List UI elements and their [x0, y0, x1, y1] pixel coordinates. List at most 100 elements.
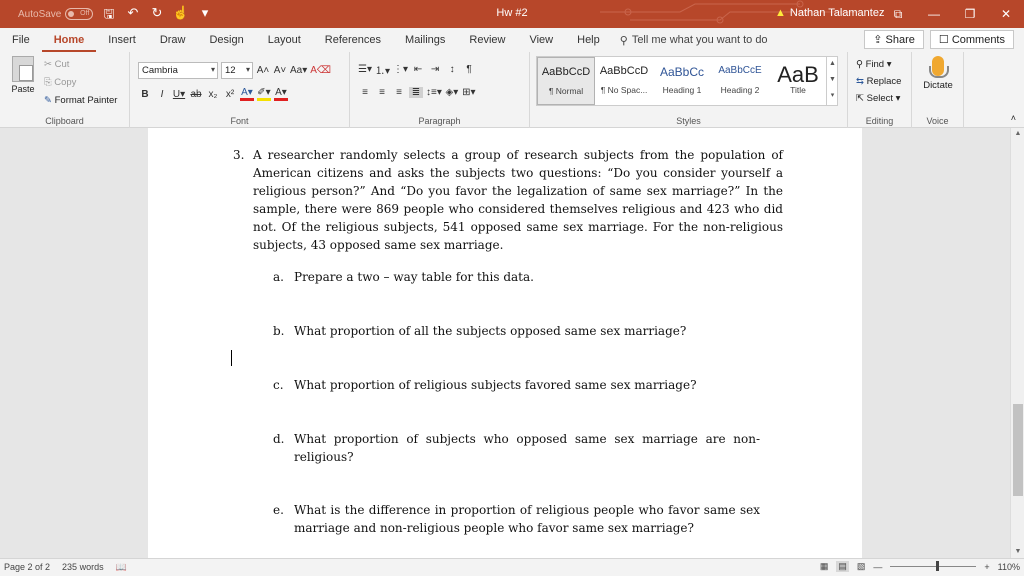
borders-icon[interactable]: ⊞▾: [462, 87, 476, 98]
restore-icon[interactable]: ❐: [952, 0, 988, 28]
copy-button[interactable]: ⎘ Copy: [44, 74, 117, 92]
style-title[interactable]: AaB Title: [769, 57, 827, 105]
cut-button[interactable]: ✂ Cut: [44, 56, 117, 74]
zoom-level[interactable]: 110%: [998, 562, 1020, 572]
sort-icon[interactable]: ↕: [445, 64, 459, 75]
multilevel-list-icon[interactable]: ⋮▾: [393, 64, 408, 75]
more-styles-icon[interactable]: ▾: [827, 88, 838, 104]
superscript-icon[interactable]: x²: [223, 89, 237, 100]
scroll-down-icon[interactable]: ▼: [1011, 546, 1024, 558]
font-size-select[interactable]: 12: [221, 62, 253, 79]
subscript-icon[interactable]: x₂: [206, 89, 220, 100]
paragraph-group: ☰▾ ⒈▾ ⋮▾ ⇤ ⇥ ↕ ¶ ≡ ≡ ≡ ≣ ↕≡▾ ◈▾ ⊞▾ Parag…: [350, 52, 530, 128]
show-marks-icon[interactable]: ¶: [462, 64, 476, 75]
format-painter-label: Format Painter: [54, 95, 118, 106]
subquestion-text: What proportion of all the subjects oppo…: [294, 324, 687, 338]
minimize-icon[interactable]: —: [916, 0, 952, 28]
document-page[interactable]: 3. A researcher randomly selects a group…: [148, 128, 862, 558]
tab-references[interactable]: References: [313, 28, 393, 52]
tab-insert[interactable]: Insert: [96, 28, 148, 52]
tell-me-box[interactable]: ⚲ Tell me what you want to do: [620, 34, 768, 47]
close-icon[interactable]: ✕: [988, 0, 1024, 28]
replace-button[interactable]: ⇆ Replace: [856, 73, 901, 90]
tab-help[interactable]: Help: [565, 28, 612, 52]
font-family-select[interactable]: Cambria: [138, 62, 218, 79]
style-heading-2[interactable]: AaBbCcE Heading 2: [711, 57, 769, 105]
format-painter-button[interactable]: ✎ Format Painter: [44, 92, 117, 110]
styles-label: Styles: [676, 116, 701, 126]
ribbon-display-icon[interactable]: ⧉: [880, 0, 916, 28]
subquestion-label: b.: [273, 324, 285, 338]
zoom-out-icon[interactable]: —: [873, 562, 882, 572]
clear-formatting-icon[interactable]: A⌫: [310, 65, 331, 76]
zoom-slider[interactable]: [890, 561, 977, 571]
tab-layout[interactable]: Layout: [256, 28, 313, 52]
page-count[interactable]: Page 2 of 2: [4, 562, 50, 573]
decrease-indent-icon[interactable]: ⇤: [411, 64, 425, 75]
subquestion-label: d.: [273, 432, 285, 446]
warning-icon: ▲: [775, 7, 786, 19]
font-color-icon[interactable]: A▾: [274, 87, 288, 101]
find-button[interactable]: ⚲ Find ▾: [856, 56, 901, 73]
tab-view[interactable]: View: [517, 28, 565, 52]
cut-label: Cut: [54, 59, 70, 70]
highlight-icon[interactable]: ✐▾: [257, 87, 271, 101]
brush-icon: ✎: [44, 95, 55, 106]
scroll-up-icon[interactable]: ▲: [1011, 128, 1024, 140]
search-icon: ⚲: [856, 59, 866, 70]
ribbon: Paste ✂ Cut ⎘ Copy ✎ Format Painter Clip…: [0, 52, 1024, 128]
bullets-icon[interactable]: ☰▾: [358, 64, 372, 75]
justify-icon[interactable]: ≣: [409, 87, 423, 98]
collapse-ribbon-icon[interactable]: ˄: [1011, 113, 1016, 123]
chevron-up-icon[interactable]: ▲: [827, 56, 838, 72]
change-case-icon[interactable]: Aa▾: [290, 65, 307, 76]
print-layout-icon[interactable]: ▤: [836, 561, 849, 572]
subquestion-text: What proportion of religious subjects fa…: [294, 378, 697, 392]
tab-review[interactable]: Review: [457, 28, 517, 52]
chevron-down-icon[interactable]: ▼: [827, 72, 838, 88]
shading-icon[interactable]: ◈▾: [445, 87, 459, 98]
tab-mailings[interactable]: Mailings: [393, 28, 457, 52]
tab-draw[interactable]: Draw: [148, 28, 198, 52]
share-button[interactable]: ⇪ Share: [864, 30, 924, 49]
clipboard-label: Clipboard: [45, 116, 84, 126]
style-no-spacing[interactable]: AaBbCcD ¶ No Spac...: [595, 57, 653, 105]
zoom-in-icon[interactable]: +: [984, 562, 989, 572]
dictate-button[interactable]: Dictate: [918, 56, 958, 91]
vertical-scrollbar[interactable]: ▲ ▼: [1010, 128, 1024, 558]
tab-design[interactable]: Design: [197, 28, 255, 52]
style-normal[interactable]: AaBbCcD ¶ Normal: [537, 57, 595, 105]
styles-scroll[interactable]: ▲ ▼ ▾: [826, 56, 838, 106]
align-left-icon[interactable]: ≡: [358, 87, 372, 98]
style-name: ¶ No Spac...: [600, 85, 648, 95]
word-count[interactable]: 235 words: [62, 562, 104, 573]
text-effects-icon[interactable]: A▾: [240, 87, 254, 101]
bold-icon[interactable]: B: [138, 89, 152, 100]
style-sample: AaB: [777, 65, 819, 85]
proofing-icon[interactable]: 📖: [116, 562, 127, 573]
comments-button[interactable]: ☐ Comments: [929, 30, 1014, 49]
tab-file[interactable]: File: [0, 28, 42, 52]
grow-font-icon[interactable]: A˄: [256, 65, 270, 76]
strikethrough-icon[interactable]: ab: [189, 89, 203, 100]
shrink-font-icon[interactable]: A˅: [273, 65, 287, 76]
read-mode-icon[interactable]: ▦: [820, 561, 829, 572]
select-button[interactable]: ⇱ Select ▾: [856, 90, 901, 107]
share-label: Share: [885, 34, 915, 46]
font-group: Cambria 12 A˄ A˅ Aa▾ A⌫ B I U▾ ab x₂ x² …: [130, 52, 350, 128]
tab-home[interactable]: Home: [41, 28, 97, 52]
paste-button[interactable]: Paste: [8, 56, 38, 94]
numbering-icon[interactable]: ⒈▾: [375, 62, 390, 77]
zoom-slider-thumb[interactable]: [935, 561, 939, 571]
style-heading-1[interactable]: AaBbCc Heading 1: [653, 57, 711, 105]
increase-indent-icon[interactable]: ⇥: [428, 64, 442, 75]
user-account[interactable]: ▲ Nathan Talamantez: [775, 7, 884, 19]
scrollbar-thumb[interactable]: [1013, 404, 1023, 496]
underline-icon[interactable]: U▾: [172, 89, 186, 100]
paragraph-label: Paragraph: [418, 116, 461, 126]
align-center-icon[interactable]: ≡: [375, 87, 389, 98]
align-right-icon[interactable]: ≡: [392, 87, 406, 98]
italic-icon[interactable]: I: [155, 89, 169, 100]
line-spacing-icon[interactable]: ↕≡▾: [426, 87, 442, 98]
web-layout-icon[interactable]: ▧: [857, 561, 866, 572]
